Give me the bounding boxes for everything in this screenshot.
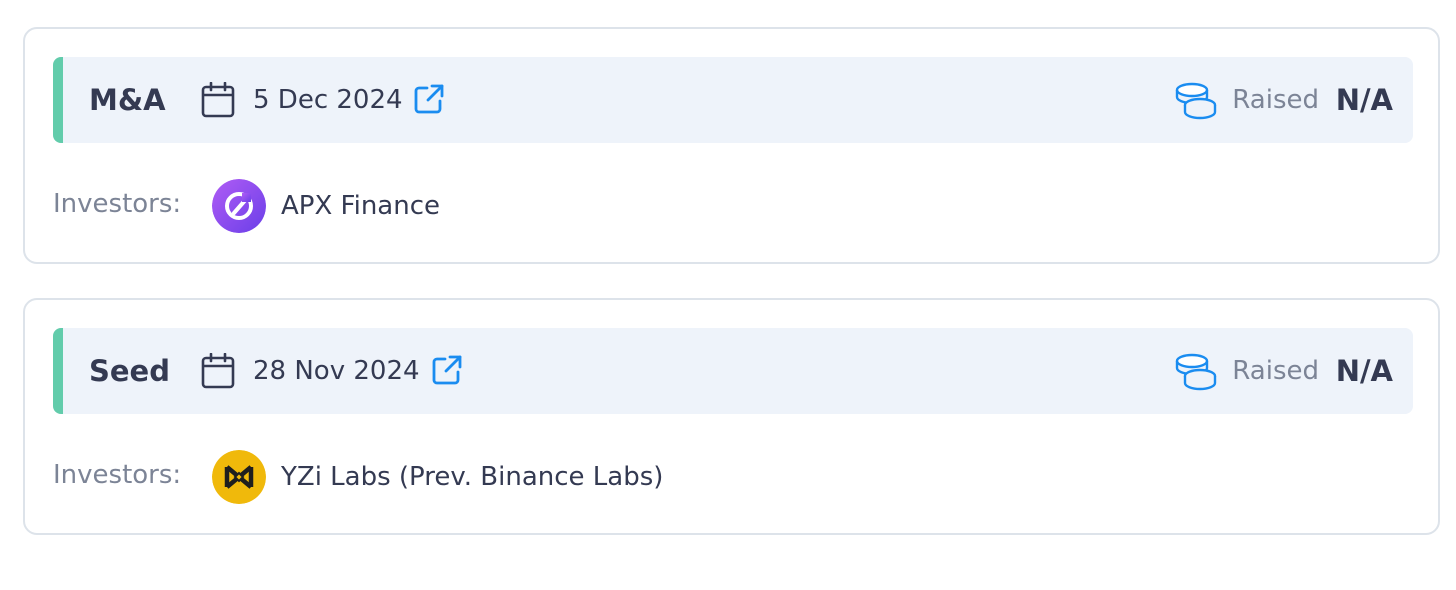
investors-row: Investors: APX Finance xyxy=(53,177,1353,233)
calendar-icon xyxy=(201,82,235,118)
external-link-icon[interactable] xyxy=(413,83,445,115)
investors-row: Investors: YZi Labs (Prev. Binance Labs) xyxy=(53,448,1353,504)
round-header: Seed 28 Nov 2024 Raised N/A xyxy=(53,328,1413,414)
raised-label: Raised xyxy=(1232,85,1319,115)
coins-icon xyxy=(1175,82,1217,120)
round-header: M&A 5 Dec 2024 Raised N/A xyxy=(53,57,1413,143)
coins-icon xyxy=(1175,353,1217,391)
raised-value: N/A xyxy=(1335,83,1393,117)
raised-label: Raised xyxy=(1232,356,1319,386)
investors-label: Investors: xyxy=(53,460,182,490)
external-link-icon[interactable] xyxy=(431,354,463,386)
funding-round-card: Seed 28 Nov 2024 Raised N/A Investors: Y… xyxy=(23,298,1440,535)
raised-value: N/A xyxy=(1335,354,1393,388)
accent-bar xyxy=(53,57,63,143)
round-date: 28 Nov 2024 xyxy=(253,356,420,386)
calendar-icon xyxy=(201,353,235,389)
round-type: Seed xyxy=(89,354,170,388)
investors-label: Investors: xyxy=(53,189,182,219)
accent-bar xyxy=(53,328,63,414)
investor-name[interactable]: APX Finance xyxy=(281,177,440,233)
yzi-labs-logo-icon[interactable] xyxy=(212,450,266,504)
round-type: M&A xyxy=(89,83,166,117)
funding-round-card: M&A 5 Dec 2024 Raised N/A Investors: APX… xyxy=(23,27,1440,264)
investor-name[interactable]: YZi Labs (Prev. Binance Labs) xyxy=(281,448,663,504)
round-date: 5 Dec 2024 xyxy=(253,85,403,115)
apx-finance-logo-icon[interactable] xyxy=(212,179,266,233)
